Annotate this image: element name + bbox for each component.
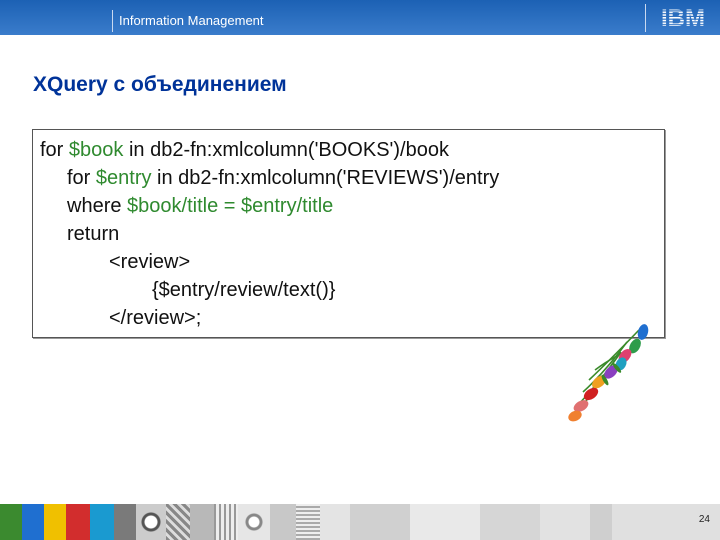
code-line-5: <review> bbox=[109, 251, 191, 273]
footer-tile bbox=[320, 504, 350, 540]
code-line-3: where $book/title = $entry/title bbox=[67, 194, 333, 218]
code-text: in db2-fn:xmlcolumn('BOOKS')/book bbox=[123, 139, 449, 161]
footer-tile bbox=[540, 504, 590, 540]
code-keyword: for bbox=[67, 167, 96, 189]
code-keyword: for bbox=[40, 139, 69, 161]
page-number: 24 bbox=[698, 514, 710, 525]
footer-tile bbox=[270, 504, 296, 540]
code-line-2: for $entry in db2-fn:xmlcolumn('REVIEWS'… bbox=[67, 166, 499, 190]
code-keyword: where bbox=[67, 195, 128, 217]
footer-tile bbox=[90, 504, 114, 540]
footer-tile bbox=[238, 504, 270, 540]
header-divider-right bbox=[645, 4, 646, 32]
code-line-1: for $book in db2-fn:xmlcolumn('BOOKS')/b… bbox=[40, 138, 449, 162]
header-bar: Information Management IBM bbox=[0, 0, 720, 35]
footer-tile bbox=[22, 504, 44, 540]
footer-tile bbox=[410, 504, 480, 540]
footer-tile bbox=[350, 504, 410, 540]
code-line-4: return bbox=[67, 223, 120, 245]
code-line-7: </review>; bbox=[109, 307, 202, 329]
slide-title: XQuery с объединением bbox=[33, 73, 287, 96]
footer-tile bbox=[590, 504, 612, 540]
footer-tile bbox=[480, 504, 540, 540]
header-divider bbox=[112, 10, 113, 32]
footer-tile bbox=[166, 504, 190, 540]
ibm-logo-icon: IBM bbox=[661, 6, 705, 28]
ibm-logo-text: IBM bbox=[661, 6, 705, 28]
code-box: for $book in db2-fn:xmlcolumn('BOOKS')/b… bbox=[32, 129, 665, 338]
code-variable: $book/title = $entry/title bbox=[127, 195, 334, 217]
footer-tile bbox=[66, 504, 90, 540]
brand-label: Information Management bbox=[119, 13, 264, 28]
footer-tile bbox=[0, 504, 22, 540]
footer-tile bbox=[44, 504, 66, 540]
code-text: in db2-fn:xmlcolumn('REVIEWS')/entry bbox=[151, 167, 500, 189]
code-variable: $entry bbox=[95, 167, 152, 189]
footer-tile bbox=[296, 504, 320, 540]
code-line-6: {$entry/review/text()} bbox=[152, 279, 336, 301]
tulips-clipart-icon bbox=[568, 324, 649, 422]
footer-tile bbox=[114, 504, 136, 540]
footer-tile bbox=[136, 504, 166, 540]
code-variable: $book bbox=[68, 139, 124, 161]
footer-tile bbox=[190, 504, 214, 540]
footer-tile bbox=[214, 504, 238, 540]
